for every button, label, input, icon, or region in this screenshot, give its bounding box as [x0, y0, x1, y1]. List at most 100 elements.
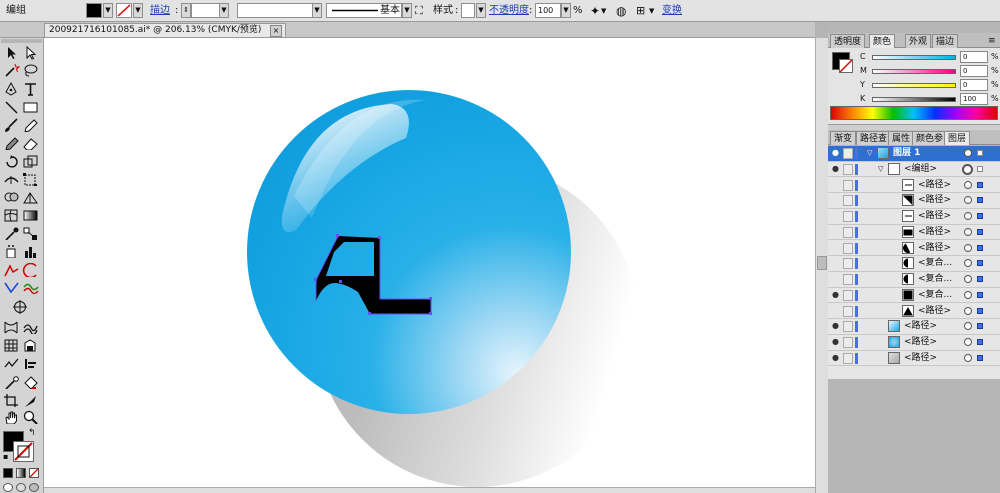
draw-inside-icon[interactable] — [29, 483, 39, 492]
blend-tool-icon[interactable] — [22, 226, 39, 240]
visibility-eye-icon[interactable] — [831, 181, 840, 189]
draw-normal-icon[interactable] — [3, 483, 13, 492]
target-circle-icon[interactable] — [964, 338, 972, 346]
graph-grid-tool-icon[interactable] — [3, 338, 20, 352]
layer-row[interactable]: <路径> — [828, 178, 1000, 193]
line-tool-icon[interactable] — [3, 100, 20, 114]
warp-tool-icon[interactable] — [3, 320, 20, 334]
channel-k-slider[interactable] — [872, 97, 956, 102]
target-circle-icon[interactable] — [964, 227, 972, 236]
selection-indicator[interactable] — [977, 276, 983, 282]
expand-triangle-icon[interactable]: ▽ — [867, 148, 872, 159]
tab-appearance[interactable]: 外观 — [905, 34, 932, 48]
selection-indicator[interactable] — [977, 354, 983, 361]
lock-toggle[interactable] — [843, 305, 853, 317]
visibility-eye-icon[interactable]: ● — [831, 290, 840, 299]
close-icon[interactable]: × — [270, 25, 282, 37]
selection-indicator[interactable] — [977, 150, 983, 156]
visibility-eye-icon[interactable] — [831, 228, 840, 236]
channel-y-input[interactable]: 0 — [960, 79, 988, 91]
selection-tool-icon[interactable] — [3, 46, 20, 60]
selection-indicator[interactable] — [977, 244, 983, 251]
align-icon[interactable]: ⊞ — [636, 0, 645, 22]
visibility-eye-icon[interactable] — [831, 259, 840, 267]
document-tab[interactable]: 200921716101085.ai* @ 206.13% (CMYK/预览) … — [44, 23, 286, 37]
stroke-swatch[interactable] — [116, 3, 132, 18]
panel-menu-icon[interactable]: ≡ — [988, 36, 996, 46]
visibility-eye-icon[interactable] — [831, 196, 840, 204]
lock-toggle[interactable] — [843, 195, 853, 207]
isolate-group-icon[interactable]: ◍ — [616, 0, 626, 22]
variable-width-profile[interactable] — [237, 3, 321, 18]
live-paint-bucket-tool-icon[interactable] — [22, 375, 39, 389]
artboard-crop-tool-icon[interactable] — [3, 393, 20, 407]
column-graph-tool-icon[interactable] — [22, 244, 39, 258]
lock-toggle[interactable] — [843, 352, 853, 364]
layer-row[interactable]: ● <路径> — [828, 351, 1000, 367]
visibility-eye-icon[interactable]: ● — [831, 322, 840, 330]
twirl-tool-icon[interactable] — [22, 320, 39, 334]
target-circle-icon[interactable] — [964, 149, 972, 157]
layer-row[interactable]: ● ▽ <编组> — [828, 162, 1000, 178]
crosshair-tool-icon[interactable] — [12, 300, 29, 314]
rectangle-tool-icon[interactable] — [22, 100, 39, 114]
layer-row[interactable]: <路径> — [828, 304, 1000, 319]
visibility-eye-icon[interactable]: ● — [831, 353, 840, 362]
tab-gradient[interactable]: 渐变 — [830, 131, 857, 145]
style-dropdown-icon[interactable]: ▼ — [476, 3, 486, 18]
horizontal-scrollbar[interactable] — [44, 487, 815, 493]
stroke-weight-dropdown-icon[interactable]: ▼ — [219, 3, 229, 18]
selection-indicator[interactable] — [977, 213, 983, 219]
layer-row[interactable]: <复合... — [828, 256, 1000, 272]
visibility-eye-icon[interactable]: ● — [831, 164, 840, 173]
tab-color[interactable]: 颜色 — [869, 34, 896, 48]
direct-selection-tool-icon[interactable] — [22, 46, 39, 60]
fill-dropdown-icon[interactable]: ▼ — [103, 3, 113, 18]
symbol-sprayer-tool-icon[interactable] — [3, 244, 20, 258]
selection-indicator[interactable] — [977, 197, 983, 204]
channel-c-input[interactable]: 0 — [960, 51, 988, 63]
fill-swatch[interactable] — [86, 3, 102, 18]
scatter-graph-tool-icon[interactable] — [3, 356, 20, 370]
draw-behind-icon[interactable] — [16, 483, 26, 492]
layer-row[interactable]: <复合... — [828, 272, 1000, 288]
live-paint-tool-icon[interactable] — [22, 338, 39, 352]
layer-row[interactable]: <路径> — [828, 225, 1000, 241]
perspective-grid-tool-icon[interactable] — [22, 190, 39, 204]
blue-sphere[interactable] — [247, 90, 571, 414]
stroke-dropdown-icon[interactable]: ▼ — [133, 3, 143, 18]
layer-row[interactable]: ● <路径> — [828, 319, 1000, 335]
pencil-tool-icon[interactable] — [22, 118, 39, 132]
layer-row[interactable]: <路径> — [828, 241, 1000, 256]
lock-toggle[interactable] — [843, 211, 853, 222]
knife-tool-icon[interactable] — [22, 393, 39, 407]
selection-indicator[interactable] — [977, 323, 983, 330]
hand-tool-alt-icon[interactable] — [3, 280, 20, 294]
visibility-eye-icon[interactable] — [831, 275, 840, 283]
opacity-dropdown-icon[interactable]: ▼ — [561, 3, 571, 18]
measure-tool-icon[interactable] — [3, 375, 20, 389]
lock-toggle[interactable] — [843, 226, 853, 238]
hand-tool-icon[interactable] — [3, 410, 20, 424]
visibility-eye-icon[interactable] — [831, 212, 840, 220]
blob-brush-tool-icon[interactable] — [3, 136, 20, 150]
lock-toggle[interactable] — [843, 163, 853, 175]
profile-dropdown-icon[interactable]: ▼ — [312, 3, 322, 18]
channel-m-input[interactable]: 0 — [960, 65, 988, 77]
layer-row[interactable]: ● ▽ 图层 1 — [828, 146, 1000, 162]
target-circle-icon[interactable] — [964, 290, 972, 299]
target-circle-icon[interactable] — [964, 322, 972, 331]
vertical-scroll-thumb[interactable] — [817, 256, 827, 270]
selection-indicator[interactable] — [977, 260, 983, 267]
target-circle-icon[interactable] — [964, 243, 972, 252]
width-tool-icon[interactable] — [3, 172, 20, 186]
magic-wand-tool-icon[interactable] — [3, 63, 20, 77]
selection-indicator[interactable] — [977, 307, 983, 314]
target-circle-icon[interactable] — [964, 306, 972, 315]
lock-toggle[interactable] — [843, 242, 853, 254]
layer-row[interactable]: ● <复合... — [828, 288, 1000, 304]
symbol-icon[interactable]: ⛶ — [415, 0, 423, 22]
layer-row[interactable]: <路径> — [828, 209, 1000, 225]
stroke-color-swatch[interactable] — [13, 441, 34, 462]
vertical-scrollbar[interactable] — [815, 38, 828, 493]
